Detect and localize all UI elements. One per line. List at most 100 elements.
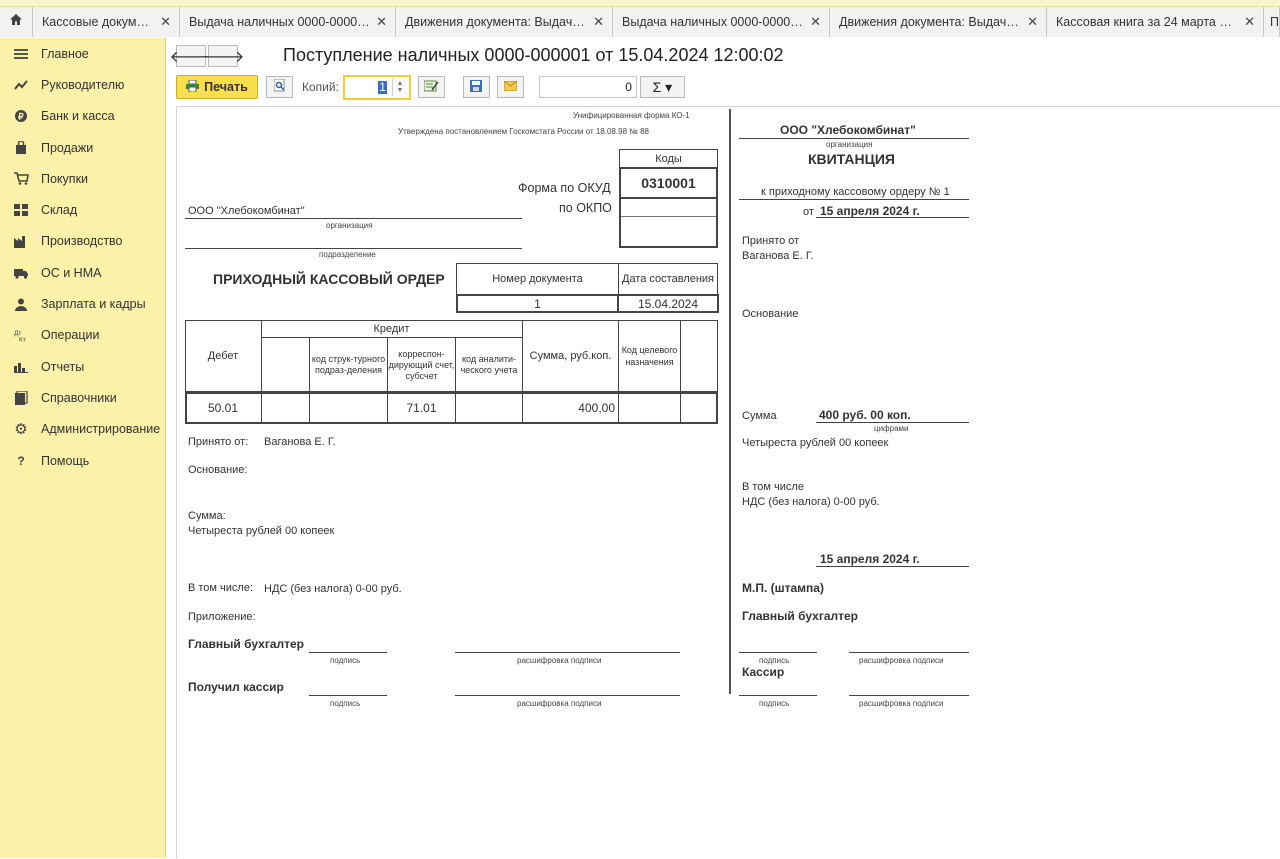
close-icon[interactable]: ✕ bbox=[1027, 14, 1038, 30]
preview-button[interactable] bbox=[266, 76, 293, 98]
tab-cash-issue-4[interactable]: Выдача наличных 0000-000004 ... ✕ bbox=[613, 7, 830, 37]
sum-field[interactable]: 0 bbox=[538, 76, 637, 98]
sum-mode-button[interactable]: Σ ▾ bbox=[639, 76, 685, 98]
sidebar-item-label: Помощь bbox=[41, 453, 90, 468]
including-label: В том числе: bbox=[188, 582, 254, 594]
print-button[interactable]: Печать bbox=[176, 75, 258, 99]
close-icon[interactable]: ✕ bbox=[376, 14, 387, 30]
okud-label: Форма по ОКУД bbox=[518, 181, 611, 195]
decoding-caption: расшифровка подписи bbox=[517, 699, 602, 708]
cut-line bbox=[729, 109, 731, 694]
sidebar-item-label: Главное bbox=[41, 46, 89, 61]
struct-code-header: код струк-турного подраз-деления bbox=[311, 354, 386, 375]
receipt-received-from: Ваганова Е. Г. bbox=[742, 250, 814, 262]
cashier-label: Получил кассир bbox=[188, 680, 284, 694]
printer-icon bbox=[186, 79, 200, 95]
tab-movements-2[interactable]: Движения документа: Выдача н... ✕ bbox=[830, 7, 1047, 37]
receipt-signature-caption: подпись bbox=[759, 699, 790, 708]
organization-name: ООО "Хлебокомбинат" bbox=[188, 205, 305, 217]
receipt-decoding-caption: расшифровка подписи bbox=[859, 699, 944, 708]
row-debit: 50.01 bbox=[207, 401, 239, 415]
main-area: 🡐 🡒 Поступление наличных 0000-000001 от … bbox=[166, 38, 1280, 858]
receipt-from-label: от bbox=[803, 206, 814, 218]
close-icon[interactable]: ✕ bbox=[160, 14, 171, 30]
sidebar-item-references[interactable]: Справочники bbox=[0, 382, 165, 413]
sidebar-item-administration[interactable]: ⚙ Администрирование bbox=[0, 414, 165, 445]
page-title: Поступление наличных 0000-000001 от 15.0… bbox=[283, 45, 784, 65]
sidebar-item-production[interactable]: Производство bbox=[0, 226, 165, 257]
decoding-caption: расшифровка подписи bbox=[517, 656, 602, 665]
receipt-sign-date: 15 апреля 2024 г. bbox=[820, 552, 920, 566]
copies-input[interactable]: 1 ▲ ▼ bbox=[342, 74, 411, 100]
sidebar-item-reports[interactable]: Отчеты bbox=[0, 351, 165, 382]
copies-label: Копий: bbox=[302, 80, 339, 94]
forward-button[interactable]: 🡒 bbox=[202, 45, 244, 67]
receipt-organization-caption: организация bbox=[826, 140, 873, 149]
sidebar-item-label: Склад bbox=[41, 203, 78, 218]
sidebar-item-sales[interactable]: Продажи bbox=[0, 132, 165, 163]
sidebar-item-label: Зарплата и кадры bbox=[41, 297, 146, 312]
form-name: Унифицированная форма КО-1 bbox=[573, 111, 690, 120]
sidebar-item-label: Покупки bbox=[41, 171, 89, 186]
amount-header: Сумма, руб.коп. bbox=[529, 350, 612, 362]
sidebar-item-manager[interactable]: Руководителю bbox=[0, 69, 165, 100]
receipt-sum-words: Четыреста рублей 00 копеек bbox=[742, 437, 889, 449]
email-button[interactable] bbox=[496, 76, 524, 98]
receipt-cashier: Кассир bbox=[742, 665, 785, 679]
edit-button[interactable] bbox=[417, 76, 445, 98]
top-strip bbox=[0, 0, 1280, 7]
books-icon bbox=[13, 390, 29, 406]
home-icon bbox=[9, 13, 23, 31]
sidebar-item-help[interactable]: ? Помощь bbox=[0, 445, 165, 476]
sidebar: Главное Руководителю ₽ Банк и касса Прод… bbox=[0, 38, 166, 858]
cart-icon bbox=[13, 171, 29, 187]
sigma-icon: Σ ▾ bbox=[652, 78, 673, 95]
close-icon[interactable]: ✕ bbox=[593, 14, 604, 30]
close-icon[interactable]: ✕ bbox=[1244, 14, 1255, 30]
form-approved: Утверждена постановлением Госкомстата Ро… bbox=[398, 127, 649, 136]
question-icon: ? bbox=[17, 453, 25, 468]
sidebar-item-purchases[interactable]: Покупки bbox=[0, 163, 165, 194]
sidebar-item-warehouse[interactable]: Склад bbox=[0, 194, 165, 225]
envelope-icon bbox=[503, 80, 518, 94]
organization-caption: организация bbox=[326, 221, 373, 230]
receipt-including-label: В том числе bbox=[742, 481, 804, 493]
sidebar-item-label: Банк и касса bbox=[41, 109, 115, 124]
receipt-date: 15 апреля 2024 г. bbox=[820, 204, 920, 218]
close-icon[interactable]: ✕ bbox=[810, 14, 821, 30]
credit-header: Кредит bbox=[373, 322, 410, 335]
basis-label: Основание: bbox=[188, 464, 248, 476]
sidebar-item-label: Продажи bbox=[41, 140, 94, 155]
tab-movements-1[interactable]: Движения документа: Выдача н... ✕ bbox=[396, 7, 613, 37]
sidebar-item-main[interactable]: Главное bbox=[0, 38, 165, 69]
okpo-cell bbox=[619, 197, 718, 248]
save-button[interactable] bbox=[462, 76, 490, 98]
bag-icon bbox=[13, 140, 29, 156]
tab-cash-documents[interactable]: Кассовые документы ✕ bbox=[33, 7, 180, 37]
doc-number-header: Номер документа bbox=[492, 273, 583, 285]
okpo-label: по ОКПО bbox=[559, 201, 612, 215]
tab-cash-book[interactable]: Кассовая книга за 24 марта 202... ✕ bbox=[1047, 7, 1264, 37]
row-amount: 400,00 bbox=[578, 401, 615, 415]
corr-account-header: корреспон-дирующий счет, субсчет bbox=[388, 348, 455, 381]
sidebar-item-fixed-assets[interactable]: ОС и НМА bbox=[0, 257, 165, 288]
receipt-decoding-caption: расшифровка подписи bbox=[859, 656, 944, 665]
sidebar-item-salary[interactable]: Зарплата и кадры bbox=[0, 288, 165, 319]
sidebar-item-bank[interactable]: ₽ Банк и касса bbox=[0, 101, 165, 132]
sidebar-item-label: Производство bbox=[41, 234, 123, 249]
receipt-to-order: к приходному кассовому ордеру № 1 bbox=[761, 186, 950, 198]
home-tab[interactable] bbox=[0, 7, 33, 37]
tab-bar: Кассовые документы ✕ Выдача наличных 000… bbox=[0, 7, 1280, 37]
tab-overflow[interactable]: По bbox=[1264, 7, 1280, 37]
gear-icon: ⚙ bbox=[14, 421, 28, 439]
sidebar-item-operations[interactable]: Дт Кт Операции bbox=[0, 320, 165, 351]
signature-caption: подпись bbox=[330, 656, 361, 665]
receipt-sum-label: Сумма bbox=[742, 410, 777, 422]
tab-cash-issue-3[interactable]: Выдача наличных 0000-000003 ... ✕ bbox=[180, 7, 396, 37]
tab-label: Движения документа: Выдача н... bbox=[405, 15, 588, 29]
copies-stepper[interactable]: ▲ ▼ bbox=[391, 78, 407, 96]
floppy-icon bbox=[470, 79, 483, 95]
menu-icon bbox=[13, 46, 29, 62]
receipt-chief-accountant: Главный бухгалтер bbox=[742, 609, 859, 623]
arrow-right-icon: 🡒 bbox=[201, 48, 245, 66]
